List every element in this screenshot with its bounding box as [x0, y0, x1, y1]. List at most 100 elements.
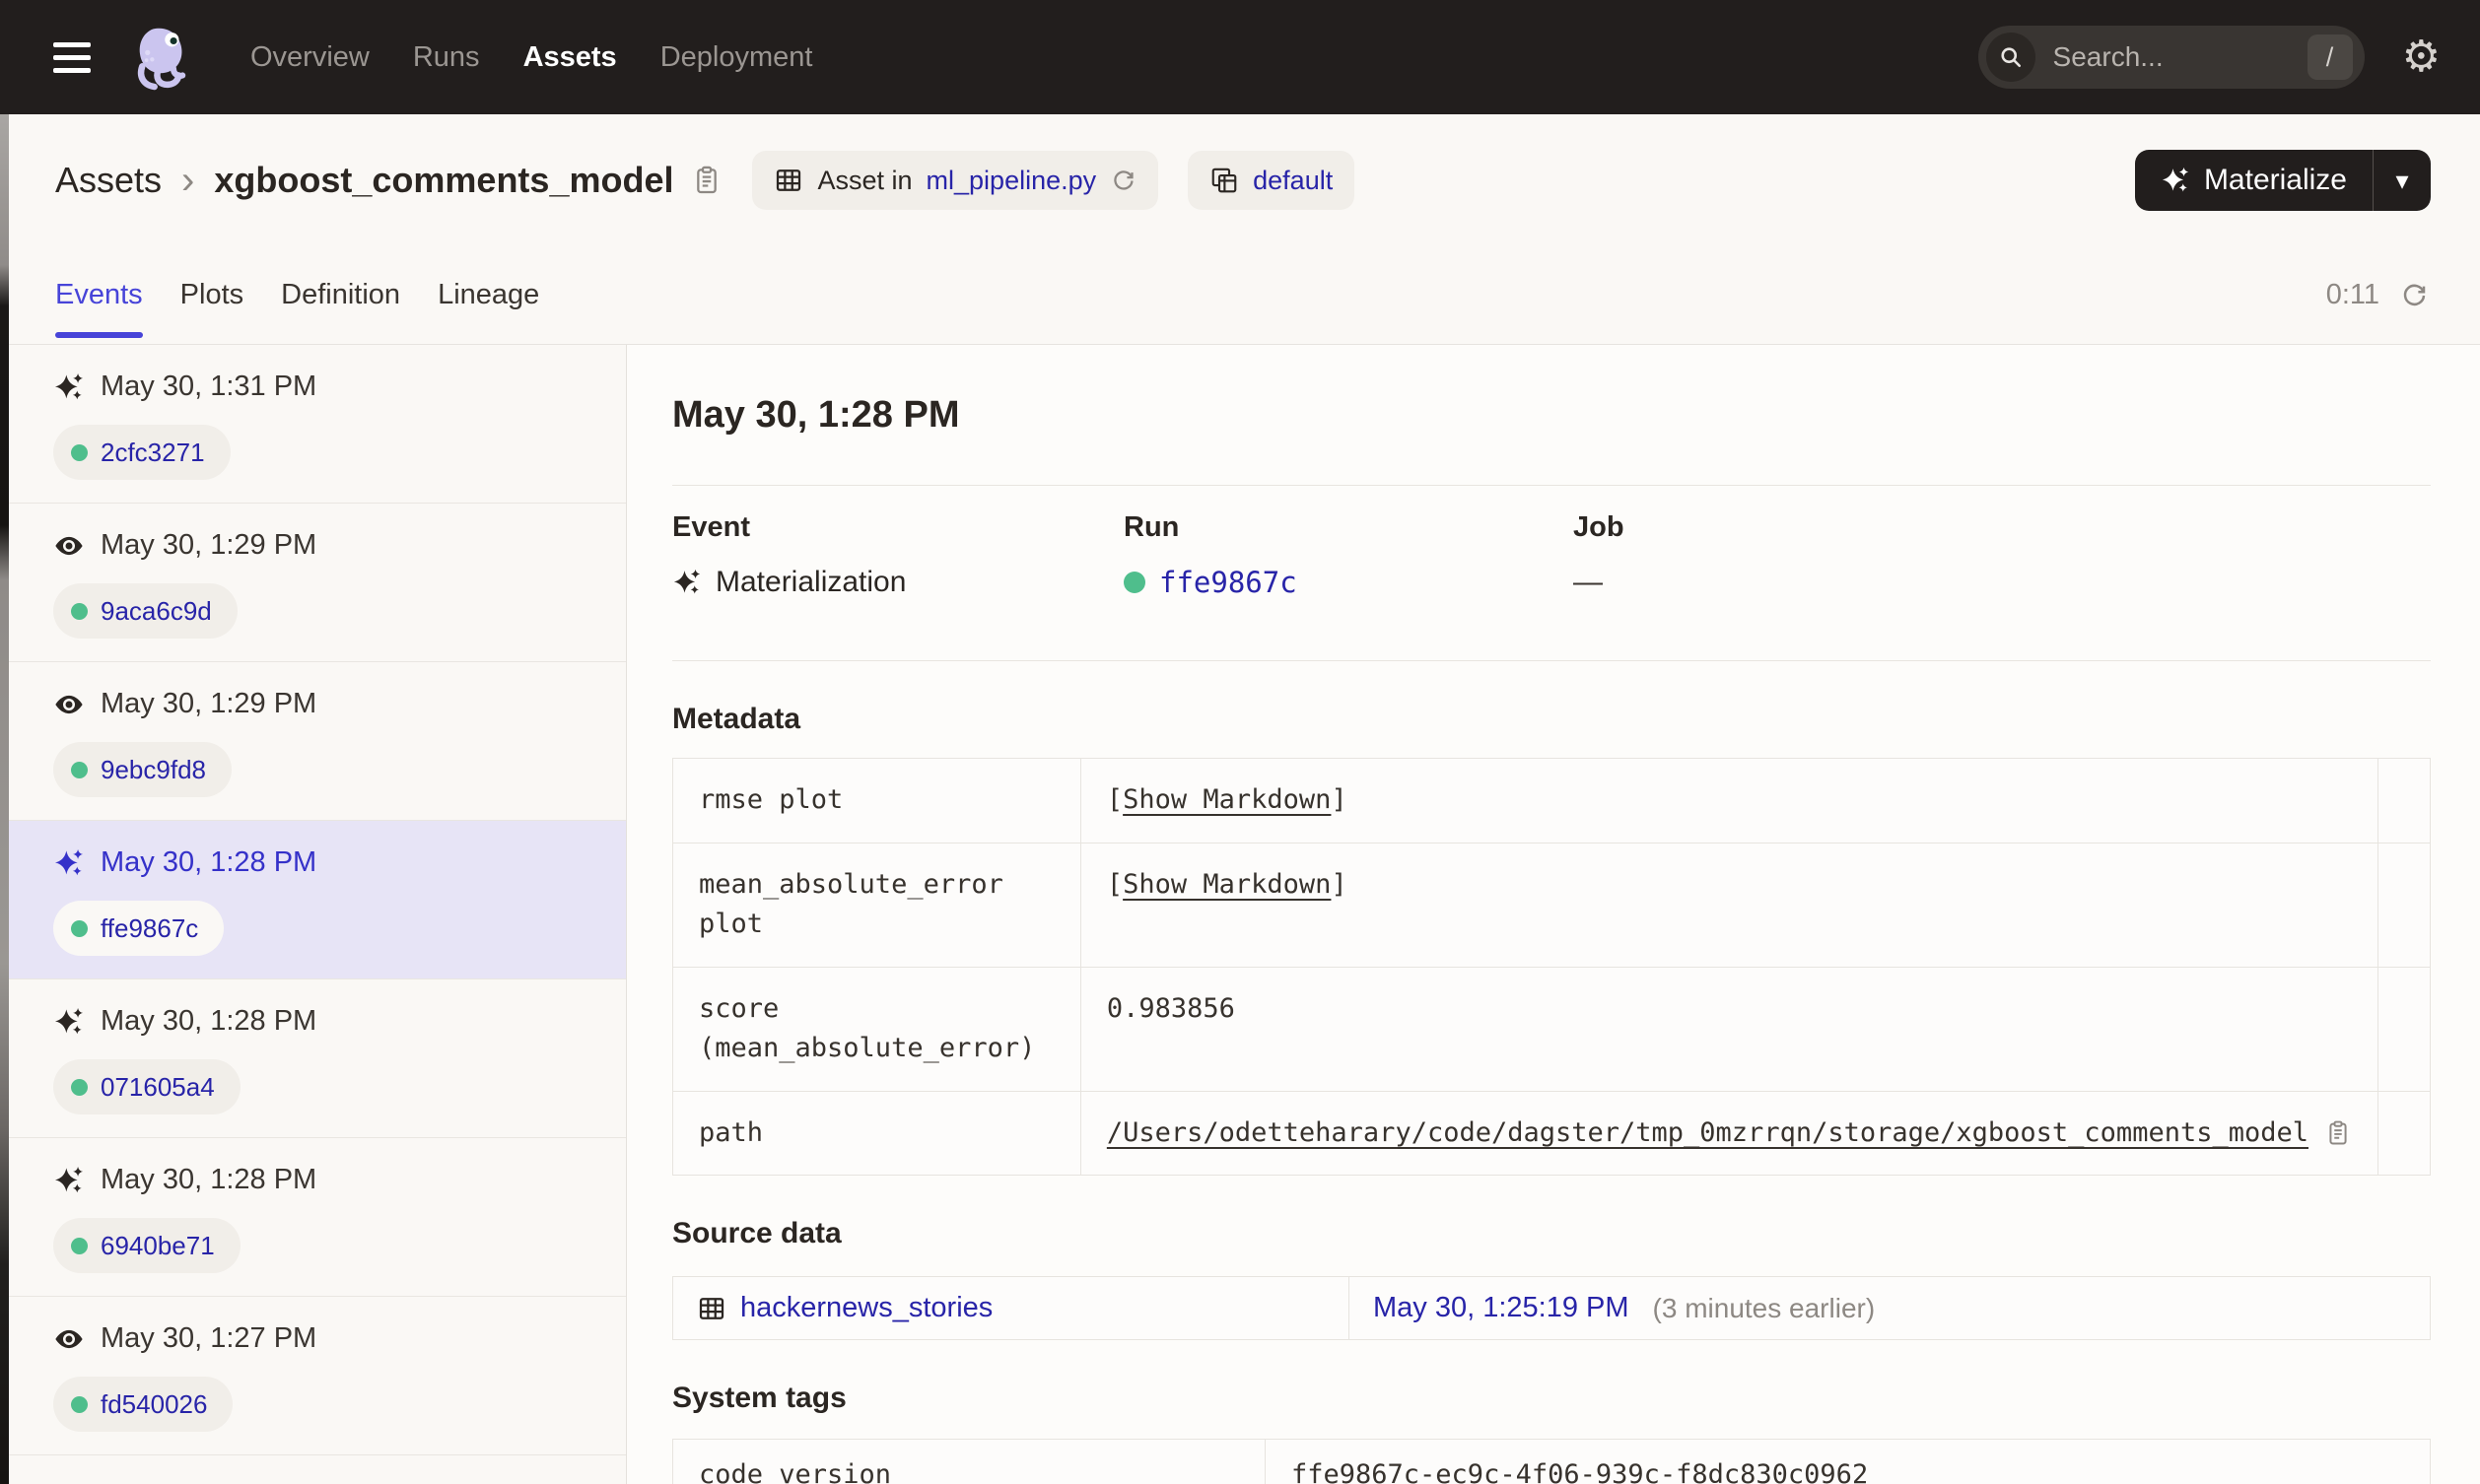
run-status-dot: [71, 1078, 88, 1096]
gear-icon[interactable]: ⚙: [2402, 35, 2441, 79]
nav-deployment[interactable]: Deployment: [660, 41, 813, 74]
run-status-dot: [71, 919, 88, 937]
storage-path-link[interactable]: /Users/odetteharary/code/dagster/tmp_0mz…: [1107, 1113, 2308, 1154]
repo-default-link[interactable]: default: [1253, 166, 1333, 196]
show-markdown-link[interactable]: Show Markdown: [1123, 869, 1331, 900]
event-list-item-selected[interactable]: May 30, 1:28 PM ffe9867c: [0, 821, 626, 979]
event-timestamp: May 30, 1:27 PM: [101, 1322, 317, 1354]
run-badge[interactable]: 071605a4: [53, 1059, 241, 1114]
event-list-item[interactable]: May 30, 1:31 PM 2cfc3271: [0, 345, 626, 504]
breadcrumb-assets-link[interactable]: Assets: [55, 160, 162, 201]
run-id-link[interactable]: fd540026: [101, 1389, 207, 1420]
event-type-value: Materialization: [716, 566, 907, 598]
job-empty-value: —: [1573, 566, 1603, 598]
run-badge[interactable]: 6940be71: [53, 1218, 241, 1273]
job-column-label: Job: [1573, 511, 1624, 543]
materialization-icon: [53, 1006, 85, 1038]
run-id-link[interactable]: ffe9867c: [1159, 566, 1297, 599]
run-id-link[interactable]: 9aca6c9d: [101, 596, 212, 627]
materialize-split-button: Materialize ▾: [2134, 150, 2431, 211]
observation-eye-icon: [53, 689, 85, 720]
show-markdown-link[interactable]: Show Markdown: [1123, 784, 1331, 815]
dagster-logo[interactable]: [130, 21, 203, 94]
run-id-link[interactable]: 6940be71: [101, 1231, 215, 1261]
nav-assets[interactable]: Assets: [523, 41, 617, 74]
event-timestamp: May 30, 1:28 PM: [101, 1005, 317, 1037]
event-timestamp: May 30, 1:29 PM: [101, 529, 317, 561]
metadata-key-line2: (mean_absolute_error): [699, 1033, 1036, 1063]
event-detail-title: May 30, 1:28 PM: [672, 394, 960, 436]
window-edge-strip: [0, 114, 9, 1484]
run-badge[interactable]: fd540026: [53, 1377, 234, 1432]
event-column-label: Event: [672, 511, 750, 543]
materialize-button[interactable]: Materialize: [2135, 150, 2373, 211]
search-input[interactable]: [2052, 41, 2260, 73]
tab-lineage[interactable]: Lineage: [438, 246, 539, 344]
event-list-item[interactable]: May 30, 1:27 PM fd540026: [0, 1297, 626, 1455]
event-list-item[interactable]: May 30, 1:28 PM 6940be71: [0, 1138, 626, 1297]
repo-badge[interactable]: default: [1188, 151, 1355, 210]
event-timestamp: May 30, 1:28 PM: [101, 846, 317, 878]
search-icon: [1985, 33, 2035, 82]
copy-path-icon[interactable]: [2324, 1119, 2352, 1147]
refresh-icon[interactable]: [2399, 281, 2429, 310]
source-asset-link[interactable]: hackernews_stories: [740, 1292, 993, 1324]
metadata-key: mean_absolute_error plot: [672, 842, 1081, 968]
event-list-item[interactable]: May 30, 1:29 PM 9ebc9fd8: [0, 662, 626, 821]
tab-plots[interactable]: Plots: [180, 246, 243, 344]
event-detail-panel: May 30, 1:28 PM Event Materialization Ru…: [627, 345, 2480, 1484]
hamburger-menu-icon[interactable]: [53, 41, 93, 73]
primary-nav: Overview Runs Assets Deployment: [250, 41, 812, 74]
layered-grid-icon: [1209, 166, 1239, 195]
run-badge[interactable]: 9ebc9fd8: [53, 742, 232, 797]
event-list-item[interactable]: May 30, 1:29 PM 9aca6c9d: [0, 504, 626, 662]
run-id-link[interactable]: 9ebc9fd8: [101, 755, 206, 785]
materialization-icon: [53, 371, 85, 403]
metadata-table: rmse plot [Show Markdown] mean_absolute_…: [672, 758, 2431, 1176]
page-title: xgboost_comments_model: [214, 160, 674, 200]
observation-eye-icon: [53, 1323, 85, 1355]
bracket: ]: [1331, 868, 1347, 900]
pipeline-file-link[interactable]: ml_pipeline.py: [927, 166, 1097, 196]
tab-events[interactable]: Events: [55, 246, 143, 344]
source-data-heading: Source data: [672, 1217, 842, 1249]
materialize-dropdown-button[interactable]: ▾: [2374, 150, 2431, 211]
source-data-table: hackernews_stories May 30, 1:25:19 PM (3…: [672, 1276, 2431, 1340]
table-row: rmse plot [Show Markdown]: [672, 758, 2431, 843]
source-materialization-time-link[interactable]: May 30, 1:25:19 PM: [1373, 1292, 1629, 1324]
event-list-item[interactable]: May 30, 1:28 PM 071605a4: [0, 979, 626, 1138]
system-tags-table: code_version ffe9867c-ec9c-4f06-939c-f8d…: [672, 1439, 2431, 1484]
table-row: code_version ffe9867c-ec9c-4f06-939c-f8d…: [672, 1439, 2431, 1484]
copy-asset-name-icon[interactable]: [691, 165, 723, 196]
run-status-dot: [71, 1395, 88, 1413]
nav-overview[interactable]: Overview: [250, 41, 370, 74]
table-grid-icon: [697, 1294, 726, 1323]
table-row: mean_absolute_error plot [Show Markdown]: [672, 842, 2431, 968]
run-id-link[interactable]: 2cfc3271: [101, 438, 205, 468]
tab-definition[interactable]: Definition: [281, 246, 400, 344]
run-id-link[interactable]: ffe9867c: [101, 913, 198, 944]
run-id-link[interactable]: 071605a4: [101, 1072, 215, 1103]
breadcrumb-row: Assets › xgboost_comments_model Asset in…: [0, 114, 2480, 246]
metadata-key: rmse plot: [672, 758, 1081, 843]
run-badge[interactable]: 9aca6c9d: [53, 583, 238, 639]
asset-definition-badge[interactable]: Asset in ml_pipeline.py: [752, 151, 1159, 210]
run-badge[interactable]: ffe9867c: [53, 901, 225, 956]
table-row: hackernews_stories May 30, 1:25:19 PM (3…: [672, 1276, 2431, 1340]
table-grid-icon: [774, 166, 803, 195]
run-status-dot: [71, 602, 88, 620]
search-shortcut-key: /: [2307, 34, 2353, 80]
reload-icon[interactable]: [1110, 168, 1137, 194]
event-timestamp: May 30, 1:31 PM: [101, 371, 317, 402]
global-search[interactable]: /: [1977, 26, 2365, 89]
table-row: path /Users/odetteharary/code/dagster/tm…: [672, 1090, 2431, 1176]
event-timestamp: May 30, 1:28 PM: [101, 1164, 317, 1195]
nav-runs[interactable]: Runs: [413, 41, 480, 74]
event-timestamp: May 30, 1:29 PM: [101, 688, 317, 719]
system-tag-value: ffe9867c-ec9c-4f06-939c-f8dc830c0962: [1265, 1439, 2431, 1484]
materialization-icon: [53, 847, 85, 879]
system-tag-key: code_version: [672, 1439, 1266, 1484]
caret-down-icon: ▾: [2395, 165, 2409, 195]
run-badge[interactable]: 2cfc3271: [53, 425, 231, 480]
run-column-label: Run: [1124, 511, 1180, 543]
